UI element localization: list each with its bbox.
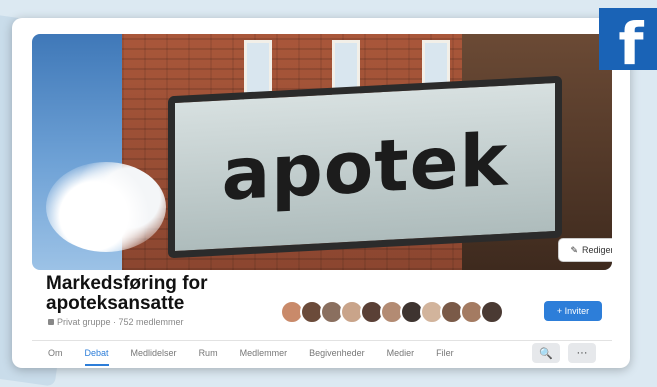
facebook-logo: f	[599, 8, 657, 78]
group-tabs: Om Debat Medlidelser Rum Medlemmer Begiv…	[48, 348, 454, 366]
search-icon: 🔍	[539, 347, 553, 360]
group-meta-text: Privat gruppe · 752 medlemmer	[57, 317, 184, 327]
facebook-f-icon: f	[618, 10, 644, 78]
tab-medlidelser[interactable]: Medlidelser	[131, 348, 177, 366]
pencil-icon: ✎	[570, 244, 578, 255]
tab-begivenheder[interactable]: Begivenheder	[309, 348, 365, 366]
more-button[interactable]: ···	[568, 343, 596, 363]
sign-text: apotek	[221, 117, 509, 217]
tab-om[interactable]: Om	[48, 348, 63, 366]
invite-button[interactable]: + Inviter	[544, 301, 602, 321]
member-avatars[interactable]	[280, 300, 504, 324]
group-title: Markedsføring for apoteksansatte	[46, 273, 208, 314]
apotek-sign: apotek	[168, 75, 562, 259]
tab-medlemmer[interactable]: Medlemmer	[240, 348, 288, 366]
group-meta: Privat gruppe · 752 medlemmer	[48, 317, 184, 327]
cloud	[46, 162, 166, 252]
tab-medier[interactable]: Medier	[387, 348, 415, 366]
tab-rum[interactable]: Rum	[199, 348, 218, 366]
member-avatar[interactable]	[480, 300, 504, 324]
edit-cover-button[interactable]: ✎ Rediger	[558, 238, 612, 262]
tab-debat[interactable]: Debat	[84, 348, 109, 366]
divider	[32, 340, 612, 341]
more-icon: ···	[576, 347, 588, 359]
edit-cover-label: Rediger	[582, 245, 612, 255]
group-header-card: apotek ✎ Rediger Markedsføring for apote…	[12, 18, 630, 368]
lock-icon	[48, 319, 54, 325]
cover-photo: apotek ✎ Rediger	[32, 34, 612, 270]
search-button[interactable]: 🔍	[532, 343, 560, 363]
tab-filer[interactable]: Filer	[436, 348, 454, 366]
